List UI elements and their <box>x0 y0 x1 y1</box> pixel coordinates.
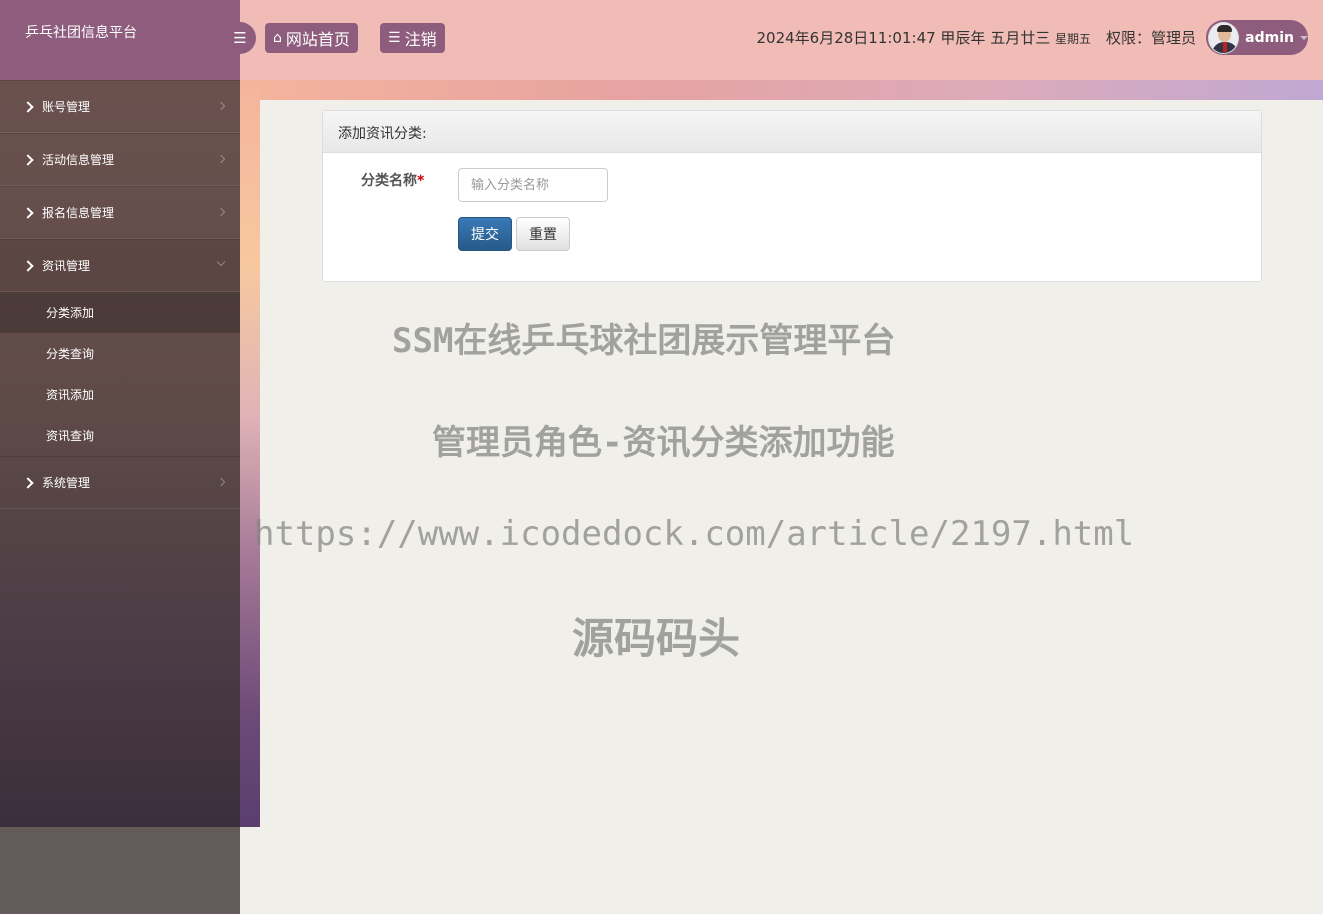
required-mark: * <box>417 173 425 189</box>
chevron-right-icon <box>22 476 34 489</box>
watermark-line-1: SSM在线乒乓球社团展示管理平台 <box>392 321 896 361</box>
list-icon: ☰ <box>388 30 401 46</box>
expand-arrow-icon <box>216 207 226 217</box>
main-content: 添加资讯分类: 分类名称* 提交 重置 <box>260 100 1323 914</box>
logout-button[interactable]: ☰ 注销 <box>380 23 445 53</box>
permission-text: 权限：管理员 <box>1105 29 1196 47</box>
sidebar-item-label: 报名信息管理 <box>42 206 115 220</box>
sidebar-toggle-button[interactable]: ☰ <box>224 22 256 54</box>
chevron-right-icon <box>22 100 34 113</box>
weekday-text: 星期五 <box>1054 32 1091 46</box>
watermark-line-4: 源码码头 <box>572 614 741 663</box>
avatar <box>1208 21 1240 54</box>
field-label-text: 分类名称 <box>361 173 417 189</box>
add-category-panel: 添加资讯分类: 分类名称* 提交 重置 <box>322 110 1262 282</box>
sidebar-footer <box>0 827 240 914</box>
panel-heading: 添加资讯分类: <box>323 111 1261 153</box>
sidebar: 乒乓社团信息平台 账号管理 活动信息管理 报名信息管理 资讯管理 分类添加 分类… <box>0 0 240 914</box>
logout-label: 注销 <box>404 30 437 49</box>
home-label: 网站首页 <box>285 30 350 49</box>
category-name-input[interactable] <box>458 168 608 202</box>
sidebar-subitem-news-query[interactable]: 资讯查询 <box>0 415 240 456</box>
watermark-url: https://www.icodedock.com/article/2197.h… <box>254 514 1135 554</box>
sidebar-subitem-category-query[interactable]: 分类查询 <box>0 333 240 374</box>
sidebar-item-label: 活动信息管理 <box>42 153 115 167</box>
sidebar-item-account[interactable]: 账号管理 <box>0 80 240 133</box>
chevron-right-icon <box>22 153 34 166</box>
chevron-right-icon <box>22 259 34 272</box>
home-icon: ⌂ <box>273 30 282 46</box>
submit-button[interactable]: 提交 <box>458 217 512 251</box>
decorative-gradient-strip <box>240 80 260 827</box>
bars-icon: ☰ <box>233 29 247 47</box>
expand-arrow-icon <box>216 101 226 111</box>
expand-arrow-icon <box>216 477 226 487</box>
category-name-label: 分类名称* <box>361 170 424 190</box>
chevron-right-icon <box>22 206 34 219</box>
caret-down-icon <box>1300 35 1308 40</box>
sidebar-item-news[interactable]: 资讯管理 <box>0 239 240 292</box>
watermark-line-2: 管理员角色-资讯分类添加功能 <box>432 423 895 463</box>
expand-arrow-icon <box>216 154 226 164</box>
sidebar-item-label: 资讯管理 <box>42 259 91 273</box>
sidebar-subitem-news-add[interactable]: 资讯添加 <box>0 374 240 415</box>
datetime-text: 2024年6月28日11:01:47 甲辰年 五月廿三 <box>756 29 1051 47</box>
top-bar: ☰ ⌂ 网站首页 ☰ 注销 2024年6月28日11:01:47 甲辰年 五月廿… <box>224 0 1323 80</box>
sidebar-item-system[interactable]: 系统管理 <box>0 456 240 509</box>
sidebar-item-activity[interactable]: 活动信息管理 <box>0 133 240 186</box>
sidebar-submenu-news: 分类添加 分类查询 资讯添加 资讯查询 <box>0 292 240 456</box>
brand-title: 乒乓社团信息平台 <box>0 0 240 80</box>
sidebar-subitem-category-add[interactable]: 分类添加 <box>0 292 240 333</box>
datetime-display: 2024年6月28日11:01:47 甲辰年 五月廿三 星期五 <box>756 27 1091 48</box>
home-button[interactable]: ⌂ 网站首页 <box>265 23 358 53</box>
user-menu-dropdown[interactable]: admin <box>1206 20 1308 55</box>
reset-button[interactable]: 重置 <box>516 217 570 251</box>
collapse-arrow-icon <box>216 257 226 267</box>
sidebar-item-label: 账号管理 <box>42 100 91 114</box>
sidebar-item-signup[interactable]: 报名信息管理 <box>0 186 240 239</box>
sidebar-item-label: 系统管理 <box>42 476 91 490</box>
decorative-gradient-band <box>240 80 1323 100</box>
user-name: admin <box>1245 29 1294 46</box>
